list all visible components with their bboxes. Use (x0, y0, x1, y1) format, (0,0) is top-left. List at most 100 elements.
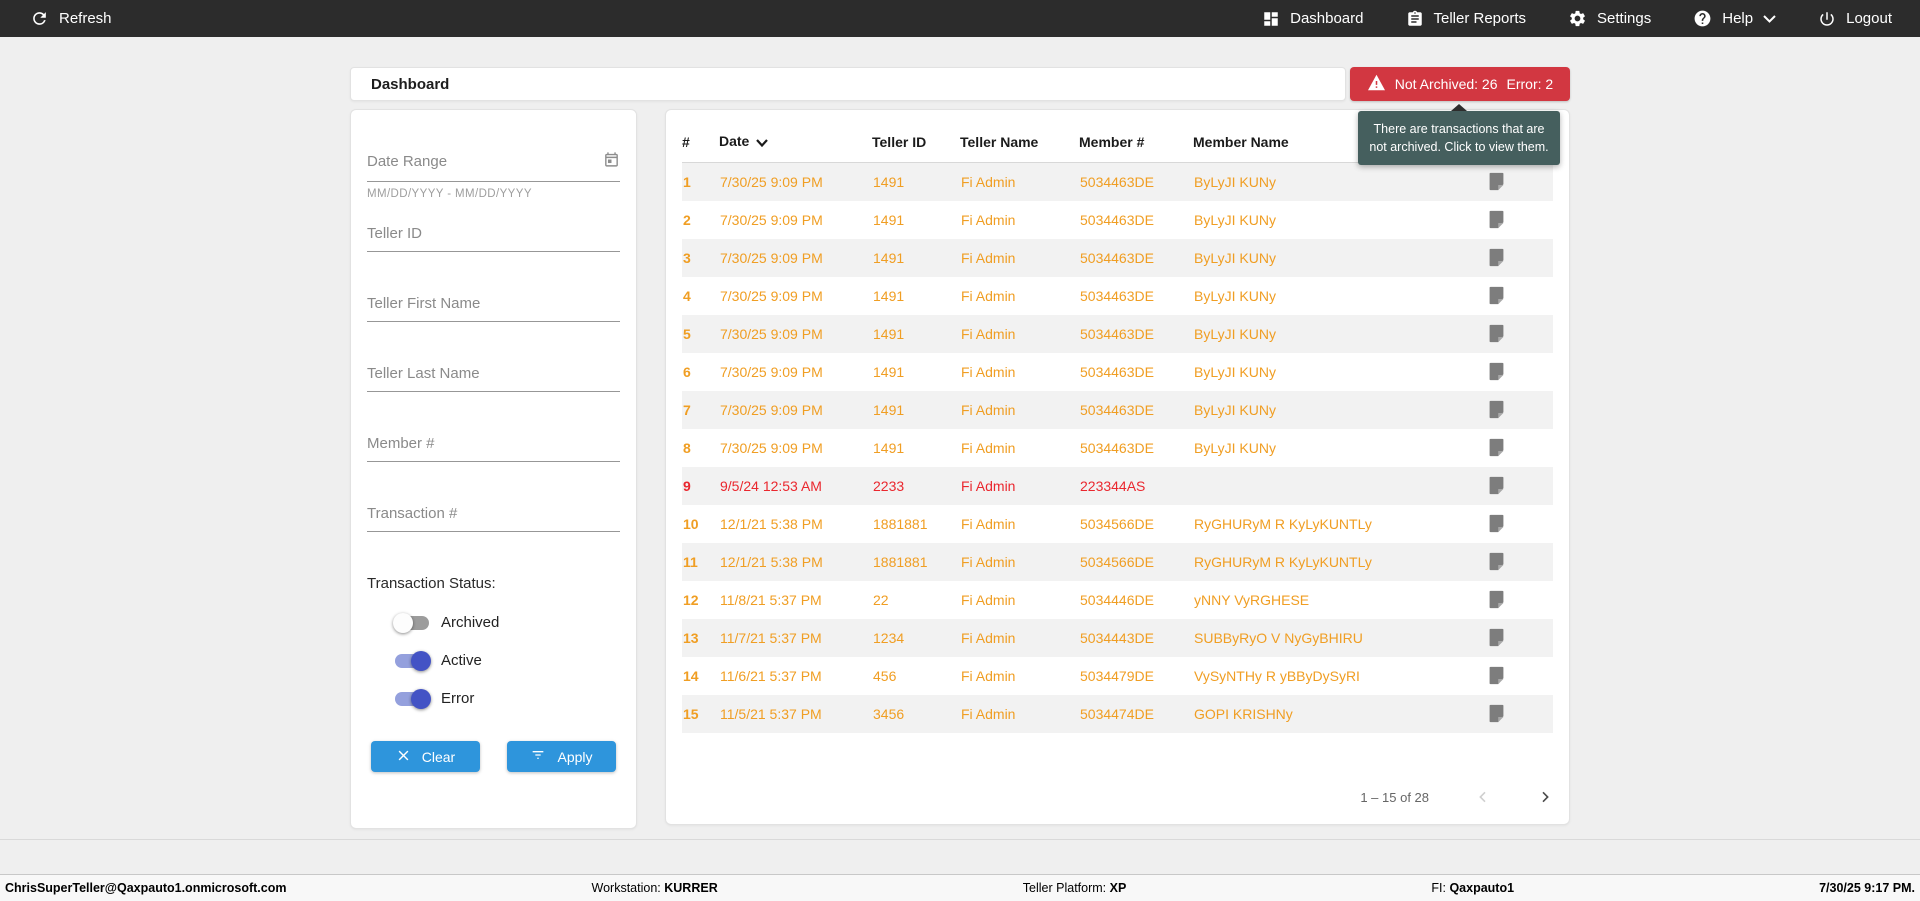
clear-button[interactable]: Clear (371, 741, 480, 772)
table-row[interactable]: 10 12/1/21 5:38 PM 1881881 Fi Admin 5034… (682, 505, 1553, 543)
note-icon[interactable] (1487, 323, 1552, 344)
note-icon[interactable] (1487, 627, 1552, 648)
table-row[interactable]: 9 9/5/24 12:53 AM 2233 Fi Admin 223344AS (682, 466, 1553, 505)
toggle-label: Active (441, 652, 482, 669)
top-navbar: Refresh Dashboard Teller Reports Setting… (0, 0, 1920, 37)
row-number: 8 (683, 439, 691, 456)
table-row[interactable]: 15 11/5/21 5:37 PM 3456 Fi Admin 5034474… (682, 694, 1553, 733)
note-icon[interactable] (1487, 247, 1552, 268)
row-date: 11/8/21 5:37 PM (720, 591, 822, 608)
table-row[interactable]: 2 7/30/25 9:09 PM 1491 Fi Admin 5034463D… (682, 201, 1553, 239)
column-header-num[interactable]: # (682, 125, 719, 163)
date-range-input[interactable]: Date Range MM/DD/YYYY - MM/DD/YYYY (367, 151, 620, 200)
nav-item-help[interactable]: Help (1693, 9, 1776, 28)
gear-icon (1568, 9, 1587, 28)
row-date: 11/6/21 5:37 PM (720, 667, 822, 684)
nav-item-dashboard[interactable]: Dashboard (1262, 10, 1364, 28)
row-member-name: RyGHURyM R KyLyKUNTLy (1194, 515, 1372, 532)
note-icon[interactable] (1487, 665, 1552, 686)
page-title: Dashboard (371, 75, 450, 93)
row-member-num: 5034474DE (1080, 705, 1154, 722)
row-number: 3 (683, 249, 691, 266)
table-row[interactable]: 4 7/30/25 9:09 PM 1491 Fi Admin 5034463D… (682, 277, 1553, 315)
row-member-name: RyGHURyM R KyLyKUNTLy (1194, 553, 1372, 570)
refresh-button[interactable]: Refresh (30, 9, 112, 28)
row-member-name: ByLyJI KUNy (1194, 363, 1276, 380)
refresh-icon (30, 9, 49, 28)
not-archived-count: Not Archived: 26 (1394, 76, 1498, 92)
member-number-input[interactable]: Member # (367, 435, 620, 462)
note-icon[interactable] (1487, 703, 1552, 724)
transaction-number-input[interactable]: Transaction # (367, 505, 620, 532)
not-archived-alert-badge[interactable]: Not Archived: 26 Error: 2 (1350, 67, 1570, 101)
date-range-format-hint: MM/DD/YYYY - MM/DD/YYYY (367, 188, 532, 200)
row-teller-id: 1491 (873, 249, 905, 266)
table-row[interactable]: 12 11/8/21 5:37 PM 22 Fi Admin 5034446DE… (682, 581, 1553, 619)
row-teller-id: 1234 (873, 629, 905, 646)
pagination-range: 1 – 15 of 28 (1360, 789, 1429, 805)
table-row[interactable]: 3 7/30/25 9:09 PM 1491 Fi Admin 5034463D… (682, 238, 1553, 277)
teller-first-name-input[interactable]: Teller First Name (367, 295, 620, 322)
row-member-name: VySyNTHy R yBByDySyRI (1194, 667, 1360, 684)
teller-id-input[interactable]: Teller ID (367, 225, 620, 252)
note-icon[interactable] (1487, 285, 1552, 306)
table-row[interactable]: 13 11/7/21 5:37 PM 1234 Fi Admin 5034443… (682, 618, 1553, 657)
active-toggle-switch[interactable] (395, 650, 431, 671)
note-icon[interactable] (1487, 171, 1552, 192)
filter-icon (530, 748, 546, 765)
table-body: 1 7/30/25 9:09 PM 1491 Fi Admin 5034463D… (682, 162, 1553, 733)
column-header-teller-name[interactable]: Teller Name (960, 125, 1079, 163)
filter-panel: Date Range MM/DD/YYYY - MM/DD/YYYY Telle… (350, 109, 637, 829)
row-teller-id: 1491 (873, 173, 905, 190)
note-icon[interactable] (1487, 513, 1552, 534)
toggle-error[interactable]: Error (395, 688, 620, 709)
apply-button-label: Apply (557, 748, 593, 765)
row-teller-name: Fi Admin (961, 363, 1016, 380)
table-row[interactable]: 14 11/6/21 5:37 PM 456 Fi Admin 5034479D… (682, 657, 1553, 695)
note-icon[interactable] (1487, 589, 1552, 610)
nav-item-logout[interactable]: Logout (1818, 10, 1892, 28)
transactions-table-card: # Date Teller ID Teller Name Member # Me… (665, 109, 1570, 825)
table-row[interactable]: 1 7/30/25 9:09 PM 1491 Fi Admin 5034463D… (682, 162, 1553, 201)
row-member-num: 5034463DE (1080, 287, 1154, 304)
teller-last-name-input[interactable]: Teller Last Name (367, 365, 620, 392)
note-icon[interactable] (1487, 399, 1552, 420)
row-number: 10 (683, 515, 699, 532)
row-teller-name: Fi Admin (961, 667, 1016, 684)
row-member-name: ByLyJI KUNy (1194, 401, 1276, 418)
power-icon (1818, 10, 1836, 28)
nav-item-settings[interactable]: Settings (1568, 9, 1651, 28)
sort-desc-icon (756, 134, 769, 150)
calendar-icon[interactable] (603, 151, 620, 172)
table-row[interactable]: 7 7/30/25 9:09 PM 1491 Fi Admin 5034463D… (682, 390, 1553, 429)
table-row[interactable]: 5 7/30/25 9:09 PM 1491 Fi Admin 5034463D… (682, 314, 1553, 353)
table-row[interactable]: 8 7/30/25 9:09 PM 1491 Fi Admin 5034463D… (682, 429, 1553, 467)
row-teller-name: Fi Admin (961, 325, 1016, 342)
note-icon[interactable] (1487, 551, 1552, 572)
error-toggle-switch[interactable] (395, 688, 431, 709)
column-header-date[interactable]: Date (719, 125, 872, 163)
note-icon[interactable] (1487, 209, 1552, 230)
toggle-archived[interactable]: Archived (393, 612, 620, 633)
nav-item-label: Logout (1846, 10, 1892, 27)
nav-item-teller-reports[interactable]: Teller Reports (1406, 10, 1526, 28)
table-row[interactable]: 6 7/30/25 9:09 PM 1491 Fi Admin 5034463D… (682, 353, 1553, 391)
archived-toggle-switch[interactable] (393, 612, 429, 633)
table-row[interactable]: 11 12/1/21 5:38 PM 1881881 Fi Admin 5034… (682, 542, 1553, 581)
note-icon[interactable] (1487, 475, 1552, 496)
member-number-placeholder: Member # (367, 435, 435, 452)
column-header-teller-id[interactable]: Teller ID (872, 125, 960, 163)
apply-button[interactable]: Apply (507, 741, 616, 772)
note-icon[interactable] (1487, 361, 1552, 382)
note-icon[interactable] (1487, 437, 1552, 458)
toggle-label: Archived (441, 614, 500, 631)
toggle-active[interactable]: Active (395, 650, 620, 671)
teller-last-name-placeholder: Teller Last Name (367, 365, 480, 382)
row-date: 11/5/21 5:37 PM (720, 705, 822, 722)
next-page-button[interactable] (1537, 789, 1553, 805)
row-teller-id: 3456 (873, 705, 905, 722)
row-teller-name: Fi Admin (961, 629, 1016, 646)
row-teller-id: 2233 (873, 477, 905, 494)
row-number: 2 (683, 211, 691, 228)
column-header-member-num[interactable]: Member # (1079, 125, 1193, 163)
